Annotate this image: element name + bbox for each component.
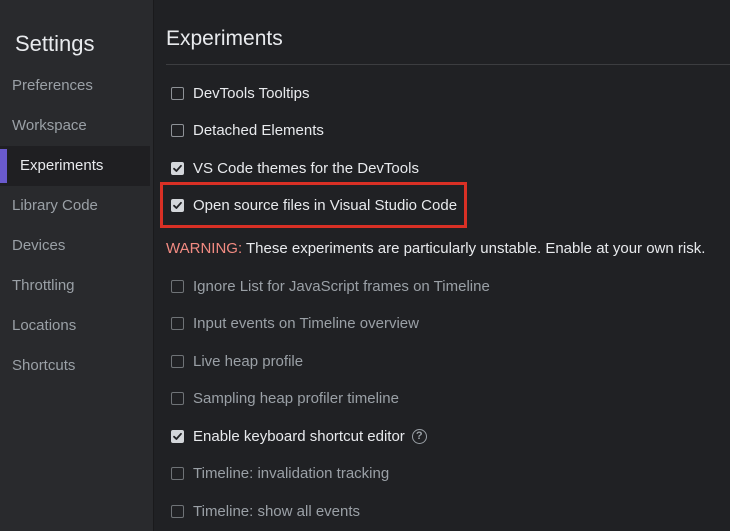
checkmark-icon [173, 432, 182, 440]
sidebar-item-library-code[interactable]: Library Code [0, 186, 153, 226]
checkmark-icon [173, 164, 182, 172]
experiment-label: DevTools Tooltips [193, 84, 310, 102]
warning-text: These experiments are particularly unsta… [242, 240, 706, 257]
settings-window: Settings Preferences Workspace Experimen… [0, 0, 730, 531]
sidebar-item-throttling[interactable]: Throttling [0, 266, 153, 306]
experiment-label: Detached Elements [193, 121, 324, 139]
experiment-invalidation-tracking[interactable]: Timeline: invalidation tracking [171, 461, 389, 485]
experiments-panel: Experiments DevTools Tooltips Detached E… [154, 0, 730, 531]
experiment-sampling-heap-profiler[interactable]: Sampling heap profiler timeline [171, 386, 399, 410]
experiment-live-heap-profile[interactable]: Live heap profile [171, 349, 303, 373]
experiment-label: Sampling heap profiler timeline [193, 389, 399, 407]
experiment-vscode-themes[interactable]: VS Code themes for the DevTools [171, 156, 419, 180]
unstable-warning: WARNING: These experiments are particula… [166, 240, 705, 257]
experiment-label: Timeline: show all events [193, 502, 361, 520]
page-title: Experiments [166, 27, 283, 50]
sidebar-item-experiments[interactable]: Experiments [0, 146, 150, 186]
experiment-label: Live heap profile [193, 352, 304, 370]
experiment-open-in-vscode[interactable]: Open source files in Visual Studio Code [171, 193, 457, 217]
experiment-input-events-timeline[interactable]: Input events on Timeline overview [171, 311, 419, 335]
experiment-checkbox[interactable] [171, 466, 184, 480]
experiment-label: VS Code themes for the DevTools [193, 159, 419, 177]
experiment-label: Enable keyboard shortcut editor [193, 427, 405, 445]
experiment-checkbox[interactable] [171, 354, 184, 368]
experiment-ignore-list-timeline[interactable]: Ignore List for JavaScript frames on Tim… [171, 274, 490, 298]
experiment-checkbox[interactable] [171, 279, 184, 293]
help-icon[interactable]: ? [411, 428, 427, 444]
experiment-label: Input events on Timeline overview [193, 314, 419, 332]
settings-title: Settings [15, 31, 95, 56]
sidebar-item-workspace[interactable]: Workspace [0, 106, 153, 146]
sidebar-item-devices[interactable]: Devices [0, 226, 153, 266]
settings-sidebar: Settings Preferences Workspace Experimen… [0, 0, 154, 531]
experiment-label: Ignore List for JavaScript frames on Tim… [193, 277, 490, 295]
experiment-checkbox[interactable] [171, 391, 184, 405]
experiment-show-all-events[interactable]: Timeline: show all events [171, 499, 360, 523]
experiment-devtools-tooltips[interactable]: DevTools Tooltips [171, 81, 309, 105]
experiment-checkbox[interactable] [171, 161, 184, 175]
settings-nav: Preferences Workspace Experiments Librar… [0, 66, 153, 386]
checkmark-icon [173, 201, 182, 209]
experiment-checkbox[interactable] [171, 316, 184, 330]
sidebar-item-locations[interactable]: Locations [0, 306, 153, 346]
experiment-checkbox[interactable] [171, 429, 184, 443]
experiment-checkbox[interactable] [171, 198, 184, 212]
experiment-checkbox[interactable] [171, 86, 184, 100]
title-divider [166, 64, 730, 65]
sidebar-item-preferences[interactable]: Preferences [0, 66, 153, 106]
warning-label: WARNING: [166, 240, 243, 257]
sidebar-item-shortcuts[interactable]: Shortcuts [0, 346, 153, 386]
experiment-checkbox[interactable] [171, 123, 184, 137]
experiment-checkbox[interactable] [171, 504, 184, 518]
experiment-label: Timeline: invalidation tracking [193, 464, 390, 482]
experiment-detached-elements[interactable]: Detached Elements [171, 118, 324, 142]
experiment-keyboard-shortcut-editor[interactable]: Enable keyboard shortcut editor ? [171, 424, 427, 448]
experiment-label: Open source files in Visual Studio Code [193, 196, 458, 214]
